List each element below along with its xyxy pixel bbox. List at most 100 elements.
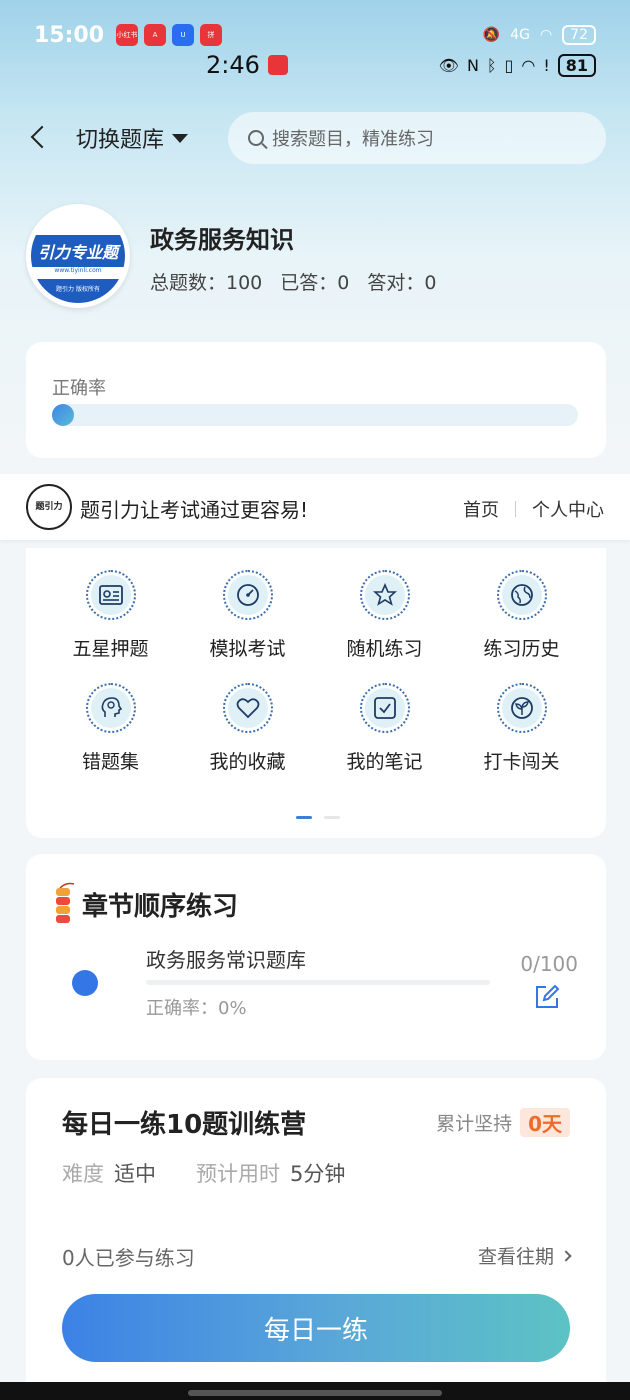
system-navigation-bar	[0, 1382, 630, 1400]
bank-title: 政务服务知识	[150, 226, 294, 254]
view-past-link[interactable]: 查看往期	[477, 1242, 572, 1269]
func-wrong-questions[interactable]: 错题集	[42, 683, 179, 774]
profile-link[interactable]: 个人中心	[532, 496, 604, 522]
switch-bank-label: 切换题库	[76, 128, 165, 153]
logo-url: www.tiyinli.com	[31, 267, 125, 279]
edit-icon[interactable]	[534, 984, 560, 1010]
bank-logo: 引力专业题 www.tiyinli.com 题引力 版权所有	[26, 204, 130, 308]
func-label: 打卡闯关	[483, 751, 560, 773]
alert-icon: !	[543, 55, 550, 75]
daily-meta: 难度 适中 预计用时 5分钟	[62, 1158, 385, 1188]
func-five-star[interactable]: 五星押题	[42, 570, 179, 661]
chevron-right-icon	[560, 1249, 572, 1262]
vibrate-icon: ▯	[504, 55, 514, 75]
total-count: 总题数：100	[150, 272, 263, 294]
time-value: 5分钟	[290, 1162, 346, 1186]
battery-level: 81	[557, 53, 596, 77]
chapter-progress-bar	[146, 980, 490, 985]
time-label: 预计用时	[196, 1162, 280, 1186]
func-label: 我的收藏	[209, 751, 286, 773]
wifi-icon: ◠	[521, 55, 536, 75]
head-icon	[90, 688, 131, 728]
chapter-status-dot	[72, 970, 98, 996]
correct-count: 答对：0	[367, 272, 437, 294]
func-label: 错题集	[81, 751, 139, 773]
chapter-count: 0/100	[520, 952, 578, 976]
status-time: 15:00	[34, 22, 105, 48]
func-label: 五星押题	[72, 638, 149, 660]
func-label: 模拟考试	[209, 638, 286, 660]
back-button[interactable]	[30, 122, 54, 152]
divider	[515, 501, 516, 517]
eye-icon: 👁	[438, 55, 459, 75]
status-indicators: 🔕 4G ◠ 72	[483, 25, 596, 45]
func-label: 练习历史	[483, 638, 560, 660]
func-mock-exam[interactable]: 模拟考试	[179, 570, 316, 661]
question-bank-info: 引力专业题 www.tiyinli.com 题引力 版权所有 政务服务知识 总题…	[26, 204, 606, 314]
logo-footer: 题引力 版权所有	[31, 279, 125, 303]
function-grid: 五星押题 模拟考试 随机练习 练习历史 错题集 我的收藏 我的笔记 打卡闯关	[26, 570, 606, 774]
bank-stats: 总题数：100 已答：0 答对：0	[150, 268, 436, 295]
streak-label: 累计坚持	[436, 1113, 513, 1135]
page-indicator	[296, 816, 340, 819]
page-dot-active	[296, 816, 312, 819]
func-label: 随机练习	[346, 638, 423, 660]
func-notes[interactable]: 我的笔记	[316, 683, 453, 774]
ad-slogan: 题引力让考试通过更容易!	[80, 498, 309, 522]
heart-icon	[227, 688, 268, 728]
secondary-indicators: 👁 N ᛒ ▯ ◠ ! 81	[438, 53, 596, 77]
func-check-in[interactable]: 打卡闯关	[453, 683, 590, 774]
chapter-accuracy: 正确率：0%	[146, 998, 247, 1019]
streak-badge: 0天	[520, 1108, 570, 1137]
pinduoduo-icon: 拼	[200, 24, 223, 46]
star-network-icon	[364, 575, 405, 615]
app-u-icon: U	[172, 24, 195, 46]
caret-down-icon	[172, 133, 189, 143]
func-favorites[interactable]: 我的收藏	[179, 683, 316, 774]
notification-badges: 小红书 A U 拼	[116, 24, 223, 46]
mute-icon: 🔕	[482, 27, 501, 43]
wifi-icon: ◠	[539, 27, 553, 43]
status-bar: 15:00 小红书 A U 拼 🔕 4G ◠ 72	[0, 18, 630, 52]
view-past-label: 查看往期	[477, 1246, 554, 1268]
chapter-practice-card: 章节顺序练习 政务服务常识题库 正确率：0% 0/100	[26, 854, 606, 1060]
switch-bank-button[interactable]: 切换题库	[76, 122, 189, 154]
func-random-practice[interactable]: 随机练习	[316, 570, 453, 661]
globe-icon	[501, 575, 542, 615]
top-nav: 切换题库 搜索题目，精准练习	[0, 110, 630, 166]
func-label: 我的笔记	[346, 751, 423, 773]
xiaohongshu-icon	[267, 55, 288, 75]
daily-practice-card: 每日一练10题训练营 累计坚持 0天 难度 适中 预计用时 5分钟 0人已参与练…	[26, 1078, 606, 1400]
daily-title: 每日一练10题训练营	[62, 1110, 307, 1140]
chapter-name[interactable]: 政务服务常识题库	[146, 944, 306, 973]
participants-count: 0人已参与练习	[62, 1246, 195, 1270]
xiaohongshu-icon: 小红书	[116, 24, 139, 46]
chevron-left-icon	[30, 125, 54, 149]
streak: 累计坚持 0天	[436, 1108, 570, 1137]
bluetooth-icon: ᛒ	[486, 55, 497, 75]
gauge-icon	[227, 575, 268, 615]
app-a-icon: A	[144, 24, 167, 46]
search-icon	[248, 130, 264, 146]
network-label: 4G	[510, 27, 530, 43]
ad-links: 首页 个人中心	[463, 496, 604, 522]
search-placeholder: 搜索题目，精准练习	[272, 129, 434, 150]
sprout-icon	[501, 688, 542, 728]
search-input[interactable]: 搜索题目，精准练习	[228, 112, 606, 164]
home-indicator[interactable]	[188, 1390, 442, 1396]
home-link[interactable]: 首页	[463, 496, 499, 522]
ad-logo-text: 题引力	[35, 501, 63, 512]
chapter-title: 章节顺序练习	[82, 892, 239, 922]
id-card-icon	[90, 575, 131, 615]
difficulty-label: 难度	[62, 1162, 104, 1186]
secondary-time: 2:46	[206, 51, 260, 79]
difficulty-value: 适中	[114, 1162, 156, 1186]
func-history[interactable]: 练习历史	[453, 570, 590, 661]
function-grid-card: 五星押题 模拟考试 随机练习 练习历史 错题集 我的收藏 我的笔记 打卡闯关	[26, 548, 606, 838]
tiyinli-logo: 题引力	[26, 484, 72, 530]
logo-text: 引力专业题	[31, 235, 125, 267]
battery-level: 72	[562, 25, 596, 45]
daily-practice-button[interactable]: 每日一练	[62, 1294, 570, 1362]
accuracy-progress-indicator	[52, 404, 74, 426]
firecracker-icon	[56, 882, 75, 923]
